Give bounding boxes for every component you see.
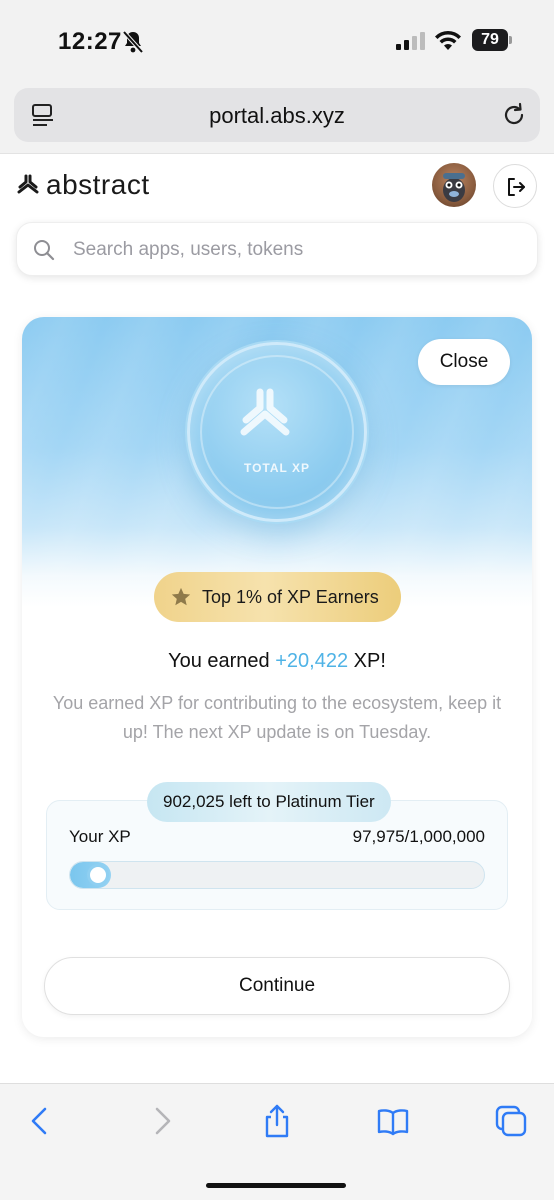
battery-indicator: 79 — [472, 29, 508, 51]
close-button[interactable]: Close — [418, 339, 510, 385]
reload-icon[interactable] — [500, 101, 528, 129]
forward-icon[interactable] — [144, 1104, 178, 1138]
avatar[interactable] — [432, 163, 476, 207]
cellular-signal-icon — [396, 32, 425, 50]
xp-progress-bar — [69, 861, 485, 889]
logout-button[interactable] — [493, 164, 537, 208]
url-text[interactable]: portal.abs.xyz — [14, 103, 540, 129]
xp-value: 97,975/1,000,000 — [352, 827, 485, 846]
total-xp-coin: TOTAL XP — [187, 342, 367, 522]
earned-description: You earned XP for contributing to the ec… — [52, 693, 502, 742]
tier-remaining-pill: 902,025 left to Platinum Tier — [147, 782, 391, 822]
earned-amount: +20,422 — [275, 650, 349, 672]
battery-tip — [509, 36, 512, 44]
rank-badge: Top 1% of XP Earners — [154, 572, 401, 622]
wifi-icon — [435, 30, 461, 50]
abstract-logo-icon — [17, 174, 39, 194]
home-indicator — [206, 1183, 346, 1188]
avatar-image — [443, 173, 465, 202]
xp-label: Your XP — [69, 827, 131, 846]
status-bar: 12:27 79 — [0, 0, 554, 80]
earned-heading: You earned +20,422 XP! — [22, 650, 532, 673]
star-icon — [171, 587, 191, 606]
search-input[interactable] — [73, 235, 513, 265]
search-icon — [34, 240, 55, 261]
earned-suffix: XP! — [348, 650, 386, 672]
bookmarks-icon[interactable] — [376, 1104, 410, 1138]
browser-address-area: portal.abs.xyz — [0, 80, 554, 154]
rank-badge-label: Top 1% of XP Earners — [202, 586, 379, 607]
app-header: abstract — [0, 155, 554, 217]
address-bar[interactable]: portal.abs.xyz — [14, 88, 540, 142]
abstract-coin-logo-icon — [240, 388, 290, 436]
brand-name: abstract — [46, 169, 150, 200]
continue-button[interactable]: Continue — [44, 957, 510, 1015]
earned-prefix: You earned — [168, 650, 276, 672]
xp-progress-knob — [90, 867, 106, 883]
abstract-logo[interactable]: abstract — [16, 169, 150, 201]
share-icon[interactable] — [260, 1104, 294, 1138]
xp-progress-panel: 902,025 left to Platinum Tier Your XP 97… — [46, 782, 508, 910]
logout-icon — [508, 178, 525, 196]
search-box[interactable] — [16, 222, 538, 276]
tabs-icon[interactable] — [494, 1104, 528, 1138]
xp-reward-modal: Close TOTAL XP Top 1% of XP Earners You … — [22, 317, 532, 1037]
status-time: 12:27 — [58, 28, 122, 55]
coin-label: TOTAL XP — [243, 461, 310, 475]
bell-slash-icon — [122, 30, 144, 54]
back-icon[interactable] — [24, 1104, 58, 1138]
